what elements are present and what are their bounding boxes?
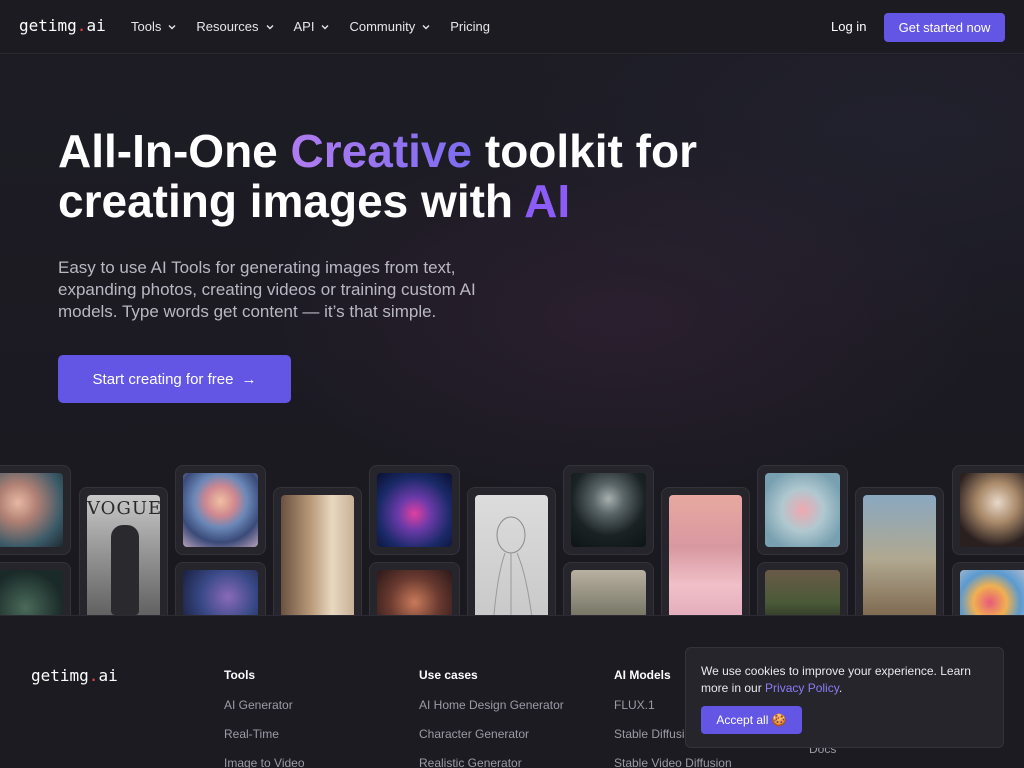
chevron-down-icon bbox=[266, 24, 273, 29]
footer-column-use-cases: Use cases AI Home Design Generator Chara… bbox=[419, 668, 564, 768]
start-creating-button[interactable]: Start creating for free → bbox=[58, 355, 291, 403]
gallery-image-interior-room[interactable] bbox=[273, 487, 362, 632]
footer-link[interactable]: Realistic Generator bbox=[419, 756, 564, 768]
cookie-message-end: . bbox=[838, 681, 843, 695]
logo-tld: ai bbox=[98, 666, 118, 685]
gallery-image-neon-robot[interactable] bbox=[369, 465, 460, 555]
wire-figure-sketch bbox=[492, 516, 534, 626]
cookie-text: We use cookies to improve your experienc… bbox=[701, 663, 996, 697]
logo-dot: . bbox=[88, 666, 99, 685]
logo-tld: ai bbox=[86, 16, 106, 35]
gallery-image-crystal-sphere[interactable] bbox=[175, 465, 266, 555]
hero-title-highlight: Creative bbox=[290, 125, 473, 177]
main-nav: Tools Resources API Community Pricing bbox=[131, 19, 509, 34]
logo-text: getimg bbox=[31, 666, 89, 685]
hero-title: All-In-One Creative toolkit for creating… bbox=[58, 126, 758, 226]
nav-item-pricing[interactable]: Pricing bbox=[450, 19, 490, 34]
hero-section: All-In-One Creative toolkit for creating… bbox=[0, 55, 1024, 632]
footer-logo[interactable]: getimg.ai bbox=[31, 666, 118, 685]
nav-item-label: API bbox=[293, 19, 315, 34]
gallery-image bbox=[183, 473, 258, 547]
gallery-image bbox=[475, 495, 548, 626]
footer-link[interactable]: Real-Time bbox=[224, 727, 305, 756]
footer-link[interactable]: AI Home Design Generator bbox=[419, 698, 564, 727]
footer-link[interactable]: Stable Video Diffusion bbox=[614, 756, 732, 768]
chevron-down-icon bbox=[321, 24, 329, 29]
gallery-image bbox=[0, 473, 63, 547]
gallery-image-ghost-figure[interactable] bbox=[757, 465, 848, 555]
hero-subtitle: Easy to use AI Tools for generating imag… bbox=[58, 258, 476, 321]
chevron-down-icon bbox=[168, 24, 176, 29]
nav-item-community[interactable]: Community bbox=[349, 19, 431, 34]
gallery-image bbox=[377, 473, 452, 547]
accept-all-button[interactable]: Accept all 🍪 bbox=[701, 706, 802, 734]
gallery-image-vogue-cover[interactable]: VOGUE bbox=[79, 487, 168, 632]
top-navigation-bar: getimg.ai Tools Resources API Community … bbox=[0, 0, 1024, 54]
gallery-image bbox=[571, 473, 646, 547]
login-link[interactable]: Log in bbox=[831, 19, 866, 34]
gallery-image-pink-room[interactable] bbox=[661, 487, 750, 632]
gallery-image bbox=[281, 495, 354, 624]
nav-item-label: Resources bbox=[196, 19, 259, 34]
footer-column-title: Use cases bbox=[419, 668, 478, 682]
gallery-image bbox=[960, 473, 1024, 547]
nav-item-api[interactable]: API bbox=[294, 19, 331, 34]
gallery-image bbox=[669, 495, 742, 624]
nav-item-label: Pricing bbox=[450, 19, 490, 34]
nav-item-resources[interactable]: Resources bbox=[196, 19, 274, 34]
vogue-masthead: VOGUE bbox=[87, 498, 163, 519]
getimg-logo[interactable]: getimg.ai bbox=[19, 16, 106, 35]
cookie-consent-banner: We use cookies to improve your experienc… bbox=[685, 647, 1004, 748]
hero-title-part: All-In-One bbox=[58, 125, 291, 177]
statue-figure bbox=[111, 525, 139, 615]
gallery-image-alien-figure[interactable] bbox=[563, 465, 654, 555]
arrow-right-icon: → bbox=[241, 370, 257, 388]
nav-item-tools[interactable]: Tools bbox=[131, 19, 177, 34]
logo-dot: . bbox=[76, 16, 87, 35]
gallery-image bbox=[863, 495, 936, 624]
hero-title-highlight: AI bbox=[524, 175, 571, 227]
footer-link[interactable]: Character Generator bbox=[419, 727, 564, 756]
gallery-image-woman-portrait[interactable] bbox=[0, 465, 71, 555]
gallery-image: VOGUE bbox=[87, 495, 163, 624]
gallery-image-porcelain-bust[interactable] bbox=[952, 465, 1024, 555]
cta-label: Start creating for free bbox=[92, 370, 234, 388]
footer-column-title: Tools bbox=[224, 668, 256, 682]
footer-link[interactable]: AI Generator bbox=[224, 698, 305, 727]
gallery-image-astronaut[interactable] bbox=[855, 487, 944, 632]
privacy-policy-link[interactable]: Privacy Policy bbox=[765, 681, 839, 695]
nav-item-label: Community bbox=[349, 19, 416, 34]
get-started-button[interactable]: Get started now bbox=[884, 13, 1005, 42]
gallery-image-wire-sketch[interactable] bbox=[467, 487, 556, 632]
footer-column-tools: Tools AI Generator Real-Time Image to Vi… bbox=[224, 668, 305, 768]
gallery-image bbox=[765, 473, 840, 547]
logo-text: getimg bbox=[19, 16, 77, 35]
chevron-down-icon bbox=[422, 24, 430, 29]
nav-item-label: Tools bbox=[131, 19, 162, 34]
footer-link[interactable]: Image to Video bbox=[224, 756, 305, 768]
